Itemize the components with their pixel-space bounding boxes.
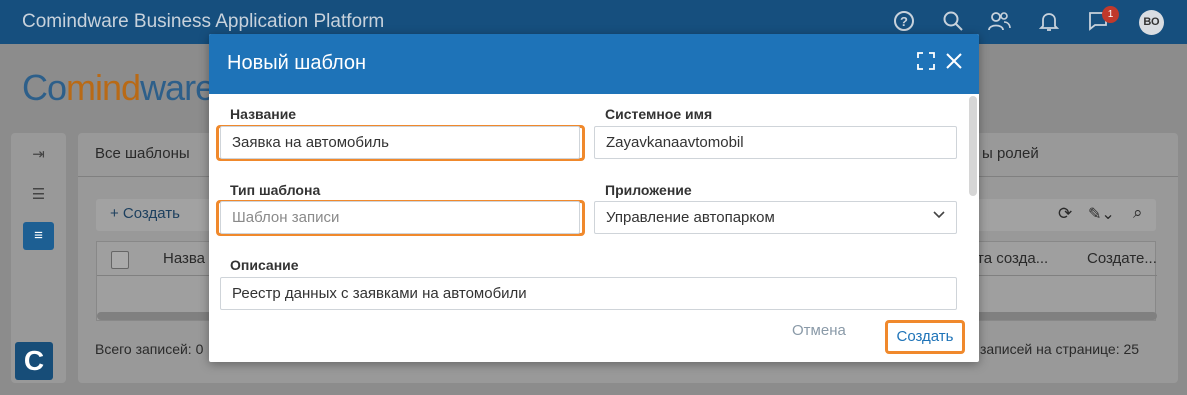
name-input[interactable]: Заявка на автомобиль [220,126,580,159]
tab-all-templates[interactable]: Все шаблоны [95,145,190,162]
chevron-down-icon [932,202,946,233]
search-icon[interactable] [941,10,965,34]
comindware-c-logo: C [15,342,53,380]
users-icon[interactable] [987,10,1011,34]
column-name[interactable]: Назва [163,250,205,267]
dialog-title: Новый шаблон [227,52,367,74]
application-value: Управление автопарком [606,209,775,226]
refresh-icon[interactable]: ⟳ [1058,204,1072,224]
close-icon[interactable] [942,51,966,75]
select-all-checkbox[interactable] [111,251,129,269]
description-input[interactable]: Реестр данных с заявками на автомобили [220,277,957,310]
total-records: Всего записей: 0 [95,341,204,357]
list-icon[interactable]: ≡ [23,222,54,250]
app-title: Comindware Business Application Platform [22,11,385,32]
create-button[interactable]: + Создать [110,205,180,222]
cancel-button[interactable]: Отмена [792,322,846,339]
maximize-icon[interactable] [914,51,938,75]
per-page[interactable]: записей на странице: 25 [980,341,1139,357]
column-creator[interactable]: Создате... [1087,250,1157,267]
bell-icon[interactable] [1037,10,1061,34]
svg-text:?: ? [900,14,908,29]
tab-roles[interactable]: ы ролей [982,145,1039,162]
name-label: Название [230,106,297,122]
system-name-input[interactable]: Zayavkanaavtomobil [594,126,957,159]
edit-icon[interactable]: ✎⌄ [1088,204,1115,224]
left-rail: ⇥ ☰ ≡ C [11,133,66,383]
description-label: Описание [230,257,299,273]
checklist-icon[interactable]: ☰ [23,181,54,209]
create-button[interactable]: Создать [885,320,965,354]
brand-logo: Comindware [22,67,215,108]
search-icon-toolbar[interactable]: ⌕ [1133,203,1143,223]
avatar[interactable]: ВО [1139,10,1164,35]
template-type-label: Тип шаблона [230,182,321,198]
collapse-icon[interactable]: ⇥ [23,141,54,169]
system-name-label: Системное имя [605,106,713,122]
dialog-scrollbar[interactable] [969,96,977,196]
dialog-header: Новый шаблон [209,34,979,94]
application-select[interactable]: Управление автопарком [594,201,957,234]
help-icon[interactable]: ? [892,10,916,34]
application-label: Приложение [605,182,692,198]
notification-badge: 1 [1102,6,1119,23]
column-created[interactable]: та созда... [977,250,1048,267]
new-template-dialog: Новый шаблон Название Заявка на автомоби… [209,34,979,362]
template-type-input[interactable]: Шаблон записи [220,201,580,234]
